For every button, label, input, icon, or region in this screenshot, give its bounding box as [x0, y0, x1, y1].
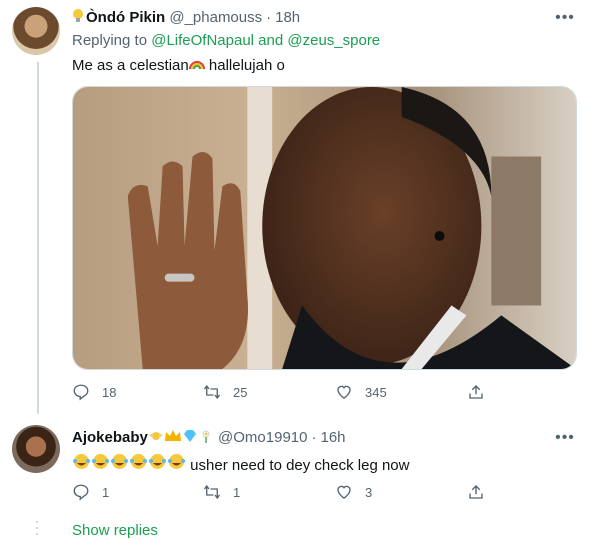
like-count: 345 [365, 384, 387, 400]
tweet-image[interactable] [72, 86, 577, 370]
separator: · [311, 428, 317, 446]
tweet-text: Me as a celestian hallelujah o [72, 56, 285, 74]
retweet-icon [203, 383, 221, 401]
laughing-icon [91, 453, 110, 472]
thread-connector-line [37, 62, 39, 414]
retweet-button[interactable]: 25 [203, 383, 335, 401]
mention-link[interactable]: @LifeOfNapaul [151, 32, 254, 49]
tweet-text: usher need to dey check leg now [72, 453, 409, 474]
crown-icon [164, 429, 182, 445]
tweet-actions: 1 1 3 [72, 483, 485, 501]
retweet-count: 1 [233, 484, 241, 500]
rainbow-icon [188, 56, 205, 72]
avatar[interactable] [12, 425, 60, 473]
heart-icon [335, 483, 353, 501]
user-handle[interactable]: @Omo19910 [218, 429, 307, 446]
reply-button[interactable]: 18 [72, 383, 203, 401]
display-name[interactable]: Ajokebaby [72, 429, 148, 446]
reply-count: 18 [102, 384, 117, 400]
reply-icon [72, 383, 90, 401]
display-name[interactable]: Òndó Pikin [86, 9, 165, 26]
laughing-icon [129, 453, 148, 472]
show-replies-link[interactable]: Show replies [72, 522, 158, 539]
mention-link[interactable]: @zeus_spore [287, 32, 380, 49]
tweet-timestamp[interactable]: 16h [320, 429, 345, 446]
retweet-count: 25 [233, 384, 248, 400]
tweet-actions: 18 25 345 [72, 383, 485, 401]
reply-icon [72, 483, 90, 501]
user-handle[interactable]: @_phamouss [169, 9, 262, 26]
separator: · [266, 8, 272, 26]
tweet-text-main: usher need to dey check leg now [190, 457, 410, 474]
gem-icon [182, 429, 198, 445]
replying-to-label: Replying to [72, 32, 148, 49]
baby-angel-icon [148, 429, 164, 445]
more-options-icon[interactable]: ••• [555, 428, 575, 448]
more-replies-dots [36, 521, 40, 535]
share-button[interactable] [467, 483, 485, 501]
tweet-text-suffix: hallelujah o [204, 57, 285, 74]
replying-to-and: and [258, 32, 284, 49]
reply-count: 1 [102, 484, 110, 500]
laughing-icon [148, 453, 167, 472]
tweet-timestamp[interactable]: 18h [275, 9, 300, 26]
laughing-icon [167, 453, 186, 472]
share-icon [467, 383, 485, 401]
reply-button[interactable]: 1 [72, 483, 203, 501]
tweet-header: Ajokebaby @Omo19910 · 16h [72, 428, 346, 446]
share-button[interactable] [467, 383, 485, 401]
like-button[interactable]: 3 [335, 483, 467, 501]
tweet-thread: Òndó Pikin @_phamouss · 18h ••• Replying… [0, 0, 589, 540]
daisy-icon [198, 428, 214, 446]
tweet-header: Òndó Pikin @_phamouss · 18h [72, 8, 300, 26]
retweet-icon [203, 483, 221, 501]
replying-to: Replying to @LifeOfNapaul and @zeus_spor… [72, 32, 380, 49]
bulb-icon [72, 8, 84, 26]
heart-icon [335, 383, 353, 401]
laughing-icon [110, 453, 129, 472]
avatar[interactable] [12, 7, 60, 55]
laughing-icon [72, 453, 91, 472]
retweet-button[interactable]: 1 [203, 483, 335, 501]
tweet-text-main: Me as a celestian [72, 57, 189, 74]
like-count: 3 [365, 484, 373, 500]
share-icon [467, 483, 485, 501]
more-options-icon[interactable]: ••• [555, 8, 575, 28]
like-button[interactable]: 345 [335, 383, 467, 401]
